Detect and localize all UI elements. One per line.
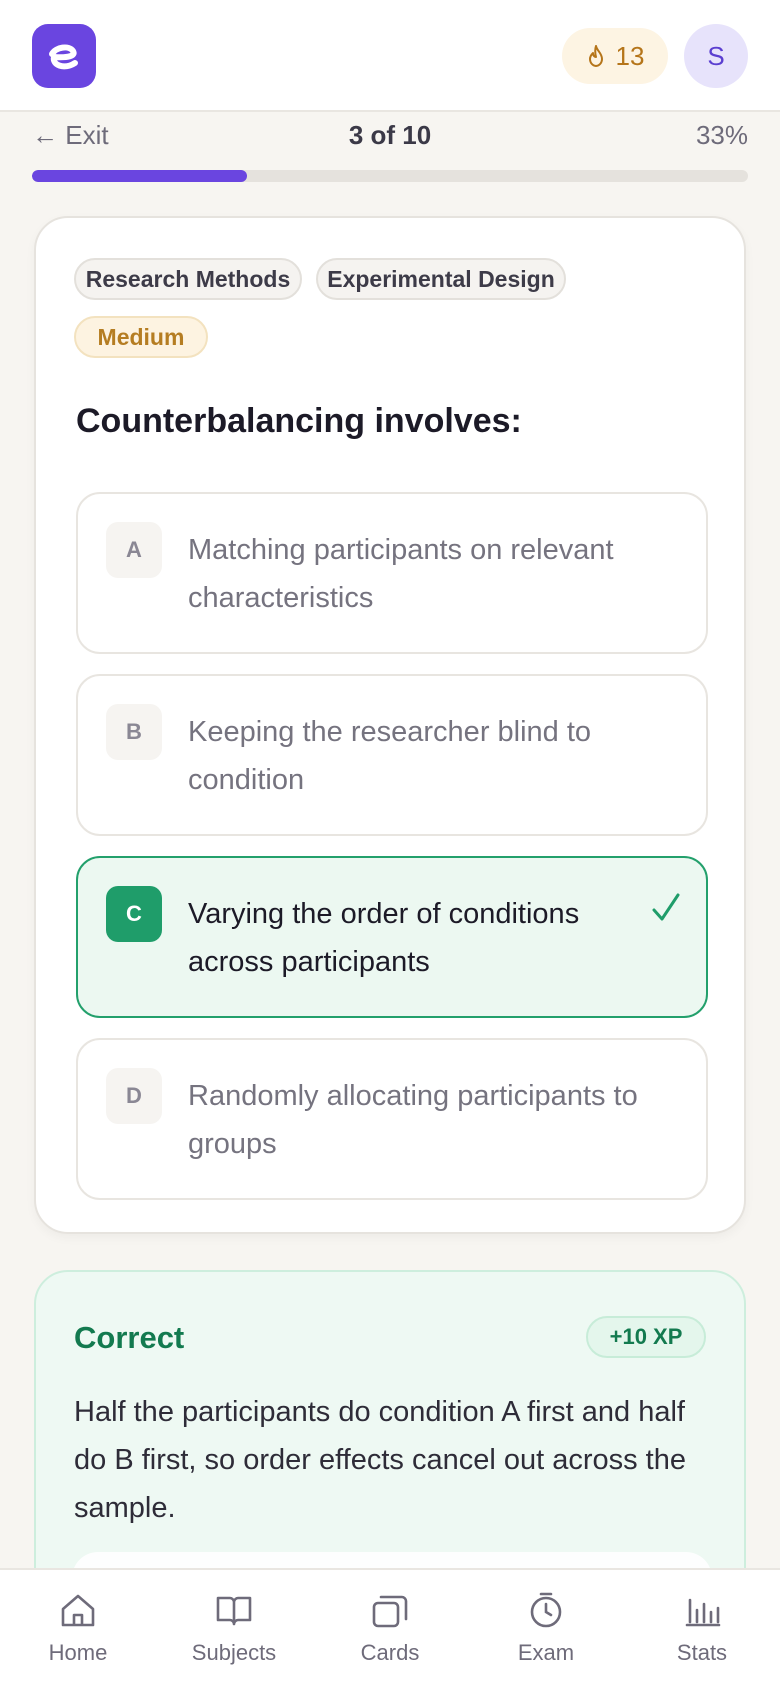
nav-item-home[interactable]: Home bbox=[0, 1570, 156, 1688]
nav-item-cards[interactable]: Cards bbox=[312, 1570, 468, 1688]
timer-icon bbox=[530, 1592, 562, 1628]
option-letter: D bbox=[106, 1068, 162, 1124]
nav-item-stats[interactable]: Stats bbox=[624, 1570, 780, 1688]
option-c[interactable]: C Varying the order of conditions across… bbox=[76, 856, 708, 1018]
quiz-screen: 13 S ← Exit 3 of 10 33% Research Methods… bbox=[0, 0, 780, 1688]
nav-label: Stats bbox=[676, 1640, 728, 1665]
streak-count: 13 bbox=[615, 40, 645, 71]
topic-chip: Research Methods bbox=[74, 258, 302, 300]
option-a[interactable]: A Matching participants on relevant char… bbox=[76, 492, 708, 654]
top-bar: 13 S bbox=[0, 0, 780, 112]
bottom-nav: Home Subjects Cards Exam Stats bbox=[0, 1568, 780, 1688]
flame-icon bbox=[588, 45, 603, 67]
nav-item-subjects[interactable]: Subjects bbox=[156, 1570, 312, 1688]
option-letter: B bbox=[106, 704, 162, 760]
option-text: Randomly allocating participants to grou… bbox=[188, 1080, 638, 1160]
nav-label: Cards bbox=[360, 1640, 420, 1665]
difficulty-chip: Medium bbox=[74, 316, 208, 358]
question-prompt: Counterbalancing involves: bbox=[76, 402, 522, 440]
option-b[interactable]: B Keeping the researcher blind to condit… bbox=[76, 674, 708, 836]
subtopic-chip: Experimental Design bbox=[316, 258, 566, 300]
logo-icon bbox=[49, 44, 78, 70]
home-icon bbox=[61, 1594, 95, 1627]
option-d[interactable]: D Randomly allocating participants to gr… bbox=[76, 1038, 708, 1200]
nav-label: Exam bbox=[517, 1640, 575, 1665]
question-card: Research Methods Experimental Design Med… bbox=[34, 216, 746, 1234]
option-text: Keeping the researcher blind to conditio… bbox=[188, 716, 592, 796]
cards-icon bbox=[372, 1595, 408, 1628]
bar-chart-icon bbox=[685, 1598, 721, 1627]
progress-bar bbox=[32, 170, 748, 182]
option-letter: A bbox=[106, 522, 162, 578]
app-logo[interactable] bbox=[32, 24, 96, 88]
progress-bar-fill bbox=[32, 170, 247, 182]
progress-row: ← Exit 3 of 10 33% bbox=[32, 116, 748, 156]
nav-item-exam[interactable]: Exam bbox=[468, 1570, 624, 1688]
check-icon bbox=[652, 893, 680, 921]
avatar[interactable]: S bbox=[684, 24, 748, 88]
question-counter: 3 of 10 bbox=[348, 120, 432, 150]
progress-percent: 33% bbox=[695, 120, 748, 150]
option-text: Matching participants on relevant charac… bbox=[188, 534, 614, 614]
book-icon bbox=[216, 1596, 252, 1626]
option-text: Varying the order of conditions across p… bbox=[188, 898, 580, 978]
feedback-explanation: Half the participants do condition A fir… bbox=[74, 1396, 686, 1524]
feedback-title: Correct bbox=[74, 1320, 185, 1355]
streak-badge[interactable]: 13 bbox=[562, 28, 668, 84]
nav-label: Subjects bbox=[191, 1640, 277, 1665]
xp-badge: +10 XP bbox=[586, 1316, 706, 1358]
option-letter: C bbox=[106, 886, 162, 942]
nav-label: Home bbox=[48, 1640, 108, 1665]
